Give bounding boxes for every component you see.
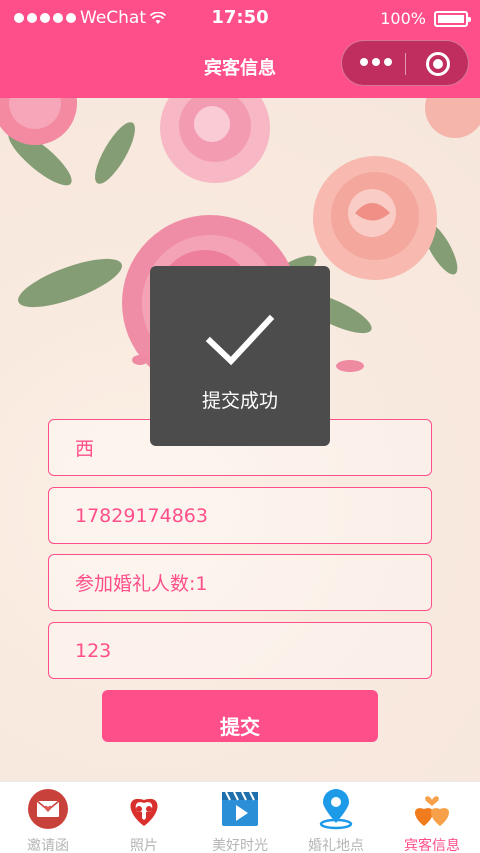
location-icon (319, 789, 353, 830)
tab-label-good-times: 美好时光 (212, 838, 268, 853)
phone-input[interactable] (49, 488, 431, 543)
more-options-icon[interactable] (360, 58, 392, 66)
nav-bar: 宾客信息 (0, 38, 480, 98)
invitation-icon (28, 789, 68, 829)
tab-guest-info[interactable]: 宾客信息 (384, 782, 480, 853)
tab-bar: 邀请函 照片 美好时光 婚礼地点 宾客信息 (0, 781, 480, 853)
close-mini-program-icon[interactable] (426, 52, 450, 76)
photos-icon (130, 798, 158, 826)
checkmark-icon (205, 314, 275, 366)
tab-label-invitation: 邀请函 (27, 838, 69, 853)
mini-program-capsule (341, 40, 469, 86)
tab-label-guest-info: 宾客信息 (404, 838, 460, 853)
video-icon (222, 791, 258, 826)
phone-field[interactable] (48, 487, 432, 544)
battery-status: 100% (380, 9, 471, 28)
guest-count-input[interactable] (49, 555, 431, 610)
note-field[interactable] (48, 622, 432, 679)
success-toast: 提交成功 (150, 266, 330, 446)
tab-invitation[interactable]: 邀请函 (0, 782, 96, 853)
battery-percent: 100% (380, 9, 426, 28)
tab-good-times[interactable]: 美好时光 (192, 782, 288, 853)
note-input[interactable] (49, 623, 431, 678)
guest-info-icon (414, 796, 450, 826)
toast-message: 提交成功 (201, 390, 278, 412)
tab-wedding-location[interactable]: 婚礼地点 (288, 782, 384, 853)
tab-label-photos: 照片 (130, 838, 158, 853)
capsule-divider (405, 53, 406, 75)
guest-count-field[interactable] (48, 554, 432, 611)
status-bar: WeChat 17:50 100% (0, 0, 480, 38)
tab-photos[interactable]: 照片 (96, 782, 192, 853)
battery-icon (434, 10, 471, 27)
tab-label-wedding-location: 婚礼地点 (308, 838, 364, 853)
submit-button[interactable]: 提交 (102, 690, 378, 742)
